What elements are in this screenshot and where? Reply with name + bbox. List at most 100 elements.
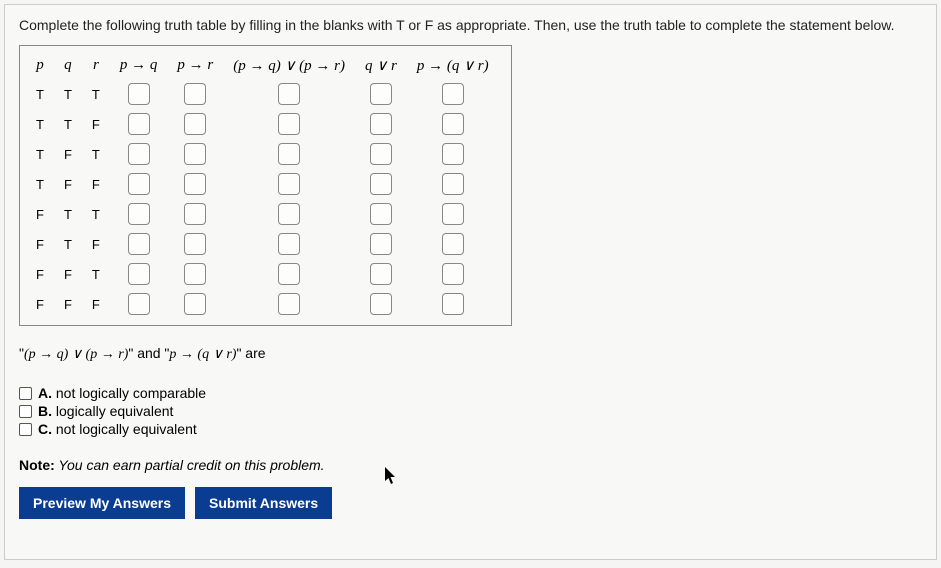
option-c-label: C. not logically equivalent [38,421,197,437]
option-a[interactable]: A. not logically comparable [19,385,922,401]
option-c[interactable]: C. not logically equivalent [19,421,922,437]
cell-q: T [54,79,82,109]
input-pq-6[interactable] [128,263,150,285]
table-row: F T F [26,229,499,259]
statement-text: "(p → q) ∨ (p → r)" and "p → (q ∨ r)" ar… [19,345,922,363]
cell-r: F [82,169,110,199]
checkbox-c[interactable] [19,423,32,436]
table-row: F T T [26,199,499,229]
note-body: You can earn partial credit on this prob… [55,457,325,473]
input-pr-3[interactable] [184,173,206,195]
cell-p: T [26,109,54,139]
input-qvr-7[interactable] [370,293,392,315]
cell-p: F [26,289,54,319]
input-pq-3[interactable] [128,173,150,195]
input-qvr-4[interactable] [370,203,392,225]
input-pr-2[interactable] [184,143,206,165]
input-pqvr-0[interactable] [442,83,464,105]
input-disj-1[interactable] [278,113,300,135]
input-pq-5[interactable] [128,233,150,255]
cell-q: F [54,139,82,169]
header-p-implies-q: p → q [110,52,168,79]
table-row: F F F [26,289,499,319]
cell-p: F [26,229,54,259]
header-q-or-r: q ∨ r [355,52,407,79]
table-row: T T F [26,109,499,139]
input-pqvr-5[interactable] [442,233,464,255]
close-text: " are [236,345,265,361]
input-qvr-6[interactable] [370,263,392,285]
cell-p: F [26,259,54,289]
input-pq-4[interactable] [128,203,150,225]
truth-table: p q r p → q p → r (p → q) ∨ (p → r) q ∨ … [19,45,512,326]
expr2: p → (q ∨ r) [169,347,236,362]
note-text: Note: You can earn partial credit on thi… [19,457,922,473]
input-disj-7[interactable] [278,293,300,315]
table-row: T T T [26,79,499,109]
input-qvr-3[interactable] [370,173,392,195]
input-disj-5[interactable] [278,233,300,255]
cell-q: T [54,199,82,229]
input-disj-2[interactable] [278,143,300,165]
table-row: T F F [26,169,499,199]
header-p: p [26,52,54,79]
input-pr-5[interactable] [184,233,206,255]
option-a-label: A. not logically comparable [38,385,206,401]
input-pqvr-1[interactable] [442,113,464,135]
header-q: q [54,52,82,79]
checkbox-a[interactable] [19,387,32,400]
input-qvr-1[interactable] [370,113,392,135]
cell-p: T [26,169,54,199]
table-row: T F T [26,139,499,169]
input-pqvr-3[interactable] [442,173,464,195]
header-p-implies-r: p → r [167,52,223,79]
cell-r: T [82,79,110,109]
cell-q: T [54,229,82,259]
table-row: F F T [26,259,499,289]
cell-r: F [82,109,110,139]
input-pq-2[interactable] [128,143,150,165]
option-b-label: B. logically equivalent [38,403,173,419]
checkbox-b[interactable] [19,405,32,418]
cell-q: T [54,109,82,139]
cell-r: F [82,289,110,319]
cell-q: F [54,169,82,199]
cell-r: F [82,229,110,259]
submit-button[interactable]: Submit Answers [195,487,332,519]
option-b[interactable]: B. logically equivalent [19,403,922,419]
input-disj-6[interactable] [278,263,300,285]
input-qvr-2[interactable] [370,143,392,165]
input-pqvr-7[interactable] [442,293,464,315]
cell-p: T [26,79,54,109]
cell-r: T [82,199,110,229]
preview-button[interactable]: Preview My Answers [19,487,185,519]
input-pq-1[interactable] [128,113,150,135]
problem-container: Complete the following truth table by fi… [4,4,937,560]
cell-q: F [54,289,82,319]
input-pq-7[interactable] [128,293,150,315]
input-disj-3[interactable] [278,173,300,195]
input-disj-4[interactable] [278,203,300,225]
cell-r: T [82,139,110,169]
mid-text: " and " [128,345,169,361]
input-pr-7[interactable] [184,293,206,315]
cell-q: F [54,259,82,289]
input-disj-0[interactable] [278,83,300,105]
note-prefix: Note: [19,457,55,473]
input-pr-0[interactable] [184,83,206,105]
cell-p: T [26,139,54,169]
input-pr-4[interactable] [184,203,206,225]
expr1: (p → q) ∨ (p → r) [24,347,128,362]
input-pqvr-4[interactable] [442,203,464,225]
input-qvr-0[interactable] [370,83,392,105]
input-pr-6[interactable] [184,263,206,285]
cell-r: T [82,259,110,289]
input-pr-1[interactable] [184,113,206,135]
input-pqvr-2[interactable] [442,143,464,165]
button-row: Preview My Answers Submit Answers [19,487,922,519]
input-pqvr-6[interactable] [442,263,464,285]
instruction-text: Complete the following truth table by fi… [19,17,922,33]
input-pq-0[interactable] [128,83,150,105]
input-qvr-5[interactable] [370,233,392,255]
header-disjunction: (p → q) ∨ (p → r) [223,52,355,79]
